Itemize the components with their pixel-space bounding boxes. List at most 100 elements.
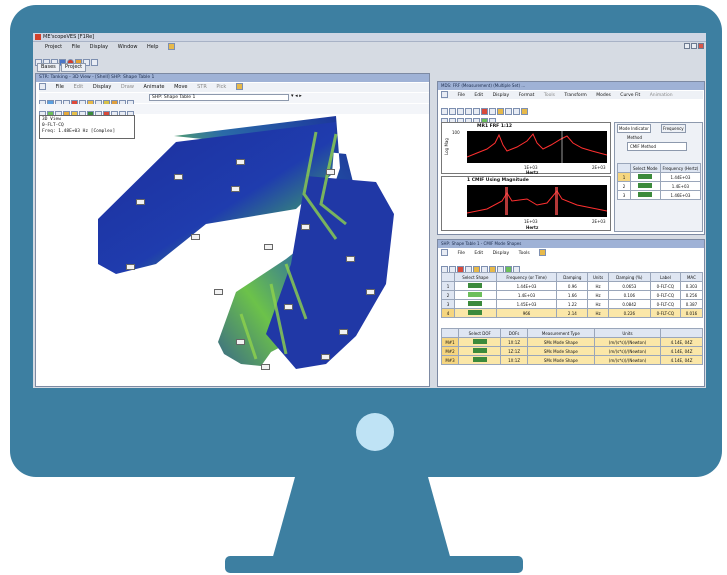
structure-window: STR: Tanking - 3D View - [Shell] SHP: Sh… <box>35 73 430 387</box>
node-marker[interactable] <box>301 224 310 230</box>
frf-plot[interactable] <box>467 131 607 163</box>
table-row[interactable]: M#1 1X:1Z SMs Mode Shape (m/(s*s))/(Newton… <box>441 337 703 347</box>
tab-project[interactable]: Project <box>61 63 87 72</box>
menu-file[interactable]: File <box>457 93 465 98</box>
method-label: Method <box>627 135 643 140</box>
menu-tools[interactable]: Tools <box>519 251 530 256</box>
app-titlebar: ME'scopeVES [F1Re] <box>33 33 706 49</box>
select-toggle[interactable] <box>468 283 483 288</box>
mode-shape-3d-view[interactable]: X <box>36 114 429 386</box>
frf-menubar: File Edit Display Format Tools Transform… <box>441 91 703 99</box>
node-marker[interactable] <box>284 304 293 310</box>
app-title: ME'scopeVES [F1Re] <box>43 34 95 40</box>
menu-move[interactable]: Move <box>174 84 187 90</box>
shape-table: Select Shape Frequency (or Time) Damping… <box>441 272 704 318</box>
help-icon[interactable] <box>235 83 243 90</box>
select-toggle[interactable] <box>638 174 653 179</box>
table-row[interactable]: 3 1.45E+03 1.22 Hz 0.0842 0-FLT-CQ 0.387 <box>441 299 704 309</box>
method-select[interactable]: CMIF Method <box>627 142 687 151</box>
node-marker[interactable] <box>136 199 145 205</box>
table-row[interactable]: M#2 1Z:1Z SMs Mode Shape (m/(s*s))/(Newton… <box>441 346 703 356</box>
mode-band[interactable] <box>555 187 558 215</box>
node-marker[interactable] <box>321 354 330 360</box>
monitor-stand-neck <box>272 476 451 560</box>
node-marker[interactable] <box>126 264 135 270</box>
tab-bases[interactable]: Bases <box>37 63 60 72</box>
select-toggle[interactable] <box>472 348 487 353</box>
menu-edit[interactable]: Edit <box>474 251 483 256</box>
node-marker[interactable] <box>231 186 240 192</box>
select-toggle[interactable] <box>472 357 487 362</box>
table-row[interactable]: 3 1.46E+03 <box>617 190 702 200</box>
node-marker[interactable] <box>366 289 375 295</box>
select-toggle[interactable] <box>468 292 483 297</box>
select-toggle[interactable] <box>468 301 483 306</box>
layout-icon[interactable] <box>91 59 98 66</box>
help-book-icon[interactable] <box>168 43 176 50</box>
node-marker[interactable] <box>261 364 270 370</box>
node-marker[interactable] <box>326 169 335 175</box>
menu-display[interactable]: Display <box>493 93 510 98</box>
node-marker[interactable] <box>174 174 183 180</box>
menu-transform[interactable]: Transform <box>564 93 586 98</box>
menu-modes[interactable]: Modes <box>596 93 611 98</box>
mode-band[interactable] <box>505 187 508 215</box>
structure-toolbar-2 <box>39 104 429 118</box>
menu-animate[interactable]: Animate <box>144 84 165 90</box>
menu-edit[interactable]: Edit <box>474 93 483 98</box>
minimize-icon[interactable] <box>684 43 690 49</box>
select-toggle[interactable] <box>468 310 483 315</box>
select-toggle[interactable] <box>638 192 653 197</box>
table-row[interactable]: 4 966 2.14 Hz 0.226 0-FLT-CQ 0.016 <box>441 308 704 318</box>
node-marker[interactable] <box>346 256 355 262</box>
menu-window[interactable]: Window <box>118 44 138 50</box>
plot1-xright: 2E+03 <box>592 165 606 170</box>
table-row[interactable]: 2 1.4E+03 <box>617 181 702 191</box>
menu-tools[interactable]: Tools <box>544 93 555 98</box>
fit-icon[interactable] <box>521 108 528 115</box>
menu-display[interactable]: Display <box>93 84 111 90</box>
menu-help[interactable]: Help <box>147 44 158 50</box>
node-marker[interactable] <box>264 244 273 250</box>
maximize-icon[interactable] <box>691 43 697 49</box>
menu-edit[interactable]: Edit <box>74 84 84 90</box>
menu-file[interactable]: File <box>72 44 80 50</box>
mode-icon[interactable] <box>497 108 504 115</box>
cmif-plot[interactable] <box>467 185 607 217</box>
menu-file[interactable]: File <box>457 251 465 256</box>
table-row[interactable]: 2 1.4E+03 1.66 Hz 0.106 0-FLT-CQ 0.256 <box>441 290 704 300</box>
help-icon[interactable] <box>539 249 547 256</box>
menu-display[interactable]: Display <box>90 44 108 50</box>
menu-curve-fit[interactable]: Curve Fit <box>620 93 640 98</box>
close-icon[interactable] <box>698 43 704 49</box>
select-toggle[interactable] <box>472 339 487 344</box>
shape-table-title: SHP: Shape Table 1 - CMIF Mode Shapes <box>441 241 522 246</box>
node-marker[interactable] <box>339 329 348 335</box>
menu-file[interactable]: File <box>56 84 64 90</box>
node-marker[interactable] <box>214 289 223 295</box>
select-arrows[interactable]: ▾ ◂ ▸ <box>291 93 302 100</box>
shape-table-titlebar: SHP: Shape Table 1 - CMIF Mode Shapes <box>438 240 704 248</box>
shape-table-select[interactable]: SHP: Shape Table 1 <box>149 94 289 101</box>
menu-project[interactable]: Project <box>45 44 62 50</box>
node-marker[interactable] <box>236 159 245 165</box>
plot1-ylabel: Log Mag <box>443 138 449 155</box>
select-toggle[interactable] <box>638 183 653 188</box>
menu-animation[interactable]: Animation <box>650 93 673 98</box>
structure-window-titlebar: STR: Tanking - 3D View - [Shell] SHP: Sh… <box>36 74 429 90</box>
tool-icon[interactable] <box>513 108 520 115</box>
menu-display[interactable]: Display <box>493 251 510 256</box>
table-row[interactable]: 1 1.44E+03 0.96 Hz 0.0653 0-FLT-CQ 0.303 <box>441 281 704 291</box>
node-marker[interactable] <box>191 234 200 240</box>
menu-str[interactable]: STR <box>197 84 207 90</box>
table-row[interactable]: 1 1.44E+03 <box>617 172 702 182</box>
table-row[interactable]: M#3 1X:1Z SMs Mode Shape (m/(s*s))/(Newton… <box>441 355 703 365</box>
tab-frequency[interactable]: Frequency <box>661 124 686 133</box>
menu-pick[interactable]: Pick <box>216 84 226 90</box>
tab-mode-indicator[interactable]: Mode Indicator <box>617 124 651 133</box>
tool-icon[interactable] <box>505 108 512 115</box>
menu-draw[interactable]: Draw <box>121 84 134 90</box>
structure-menubar: File Edit Display Draw Animate Move STR … <box>39 83 429 92</box>
node-marker[interactable] <box>236 339 245 345</box>
menu-format[interactable]: Format <box>519 93 535 98</box>
